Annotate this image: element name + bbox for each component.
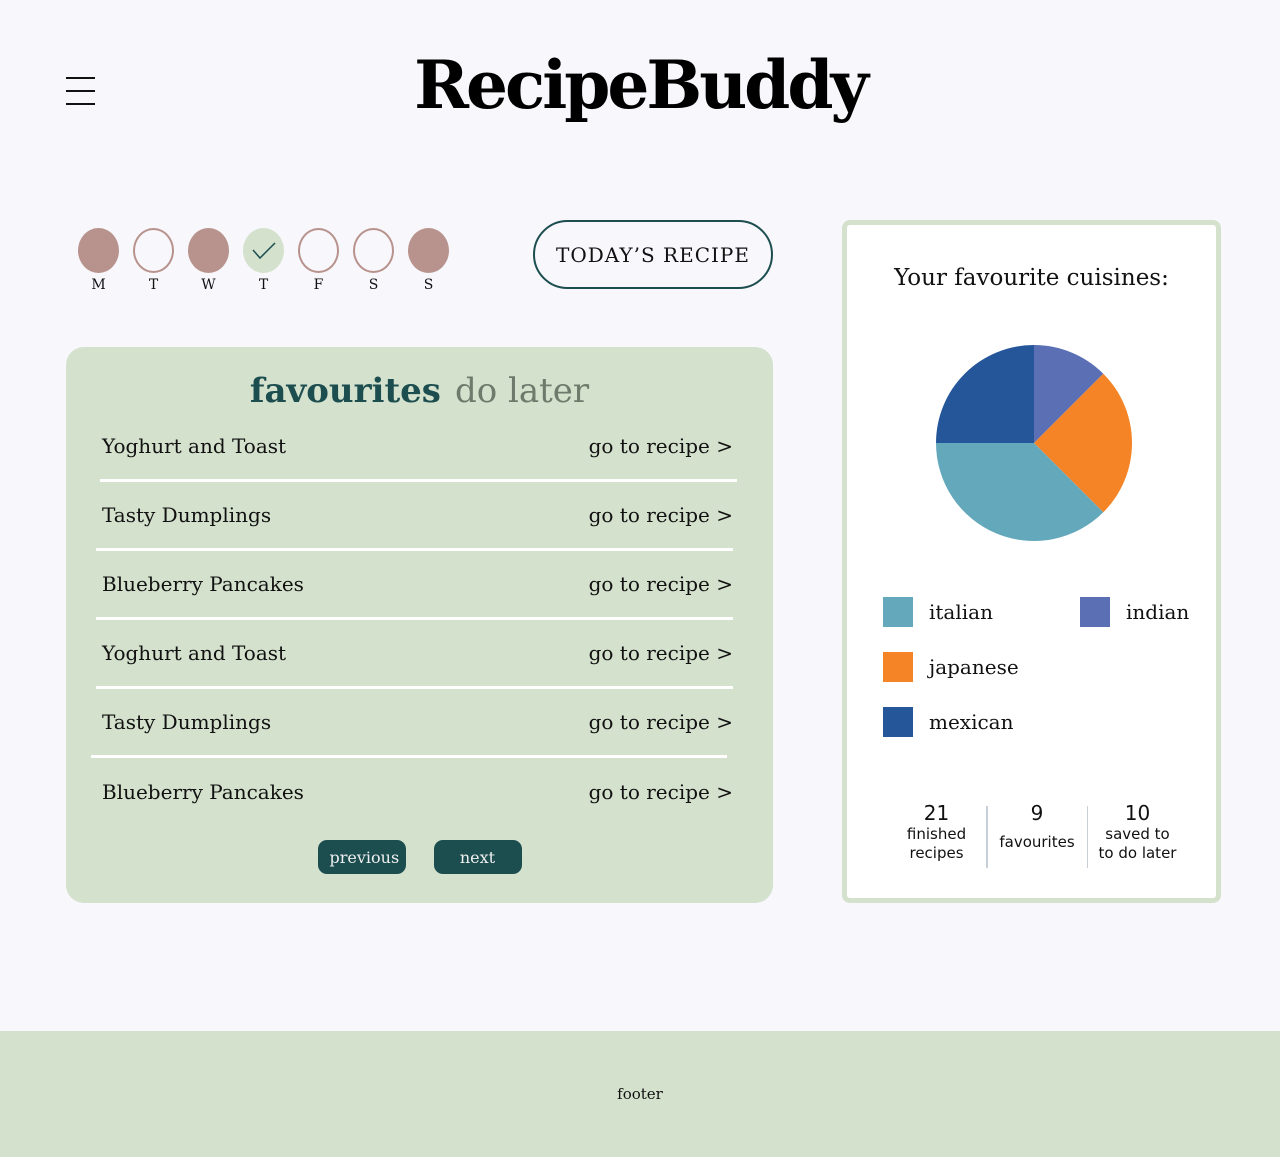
cuisine-pie-chart xyxy=(936,345,1132,541)
stat-caption: recipes xyxy=(909,844,964,862)
next-button[interactable]: next xyxy=(433,840,522,874)
day-label: T xyxy=(258,277,269,293)
legend-item-indian: indian xyxy=(1080,597,1189,627)
day-status-dot xyxy=(133,228,174,273)
go-to-recipe-link[interactable]: go to recipe > xyxy=(589,710,733,734)
day-label: S xyxy=(368,277,379,293)
chart-legend: italian indian japanese mexican xyxy=(883,597,1203,757)
legend-swatch xyxy=(883,652,913,682)
day-status-dot xyxy=(78,228,119,273)
legend-item-japanese: japanese xyxy=(883,652,1019,682)
legend-label: italian xyxy=(929,600,993,624)
legend-item-italian: italian xyxy=(883,597,993,627)
stat-favourites: 9 favourites xyxy=(988,801,1087,868)
tab-favourites[interactable]: favourites xyxy=(250,371,441,411)
list-tabs: favourites do later xyxy=(66,371,773,411)
pagination: previous next xyxy=(66,840,773,874)
legend-swatch xyxy=(883,597,913,627)
recipe-list: Yoghurt and Toast go to recipe > Tasty D… xyxy=(91,434,737,826)
legend-label: indian xyxy=(1126,600,1190,624)
day-label: T xyxy=(148,277,159,293)
stat-caption: saved to xyxy=(1105,825,1170,843)
legend-label: japanese xyxy=(929,655,1019,679)
stat-value: 9 xyxy=(1030,801,1044,825)
list-item: Blueberry Pancakes go to recipe > xyxy=(96,758,737,826)
list-item: Yoghurt and Toast go to recipe > xyxy=(96,620,737,686)
legend-label: mexican xyxy=(929,710,1014,734)
list-item: Blueberry Pancakes go to recipe > xyxy=(96,551,737,617)
day-wednesday[interactable]: W xyxy=(188,228,229,293)
recipe-name: Yoghurt and Toast xyxy=(102,641,287,665)
recipe-name: Blueberry Pancakes xyxy=(102,572,304,596)
stat-caption: favourites xyxy=(999,833,1075,851)
legend-swatch xyxy=(1080,597,1110,627)
previous-button[interactable]: previous xyxy=(317,840,406,874)
go-to-recipe-link[interactable]: go to recipe > xyxy=(589,503,733,527)
stat-saved: 10 saved to to do later xyxy=(1088,801,1187,868)
cuisines-card: Your favourite cuisines: italian indian … xyxy=(842,220,1221,903)
day-label: W xyxy=(201,277,216,293)
todays-recipe-button[interactable]: TODAY’S RECIPE xyxy=(533,220,773,289)
recipe-name: Tasty Dumplings xyxy=(102,710,272,734)
day-label: F xyxy=(313,277,324,293)
app-logo: RecipeBuddy xyxy=(414,46,869,124)
day-status-dot xyxy=(408,228,449,273)
list-item: Tasty Dumplings go to recipe > xyxy=(96,689,737,755)
day-status-dot xyxy=(243,228,284,273)
stat-value: 10 xyxy=(1124,801,1151,825)
footer: footer xyxy=(0,1031,1280,1157)
day-sunday[interactable]: S xyxy=(408,228,449,293)
list-item: Yoghurt and Toast go to recipe > xyxy=(96,413,737,479)
day-label: S xyxy=(423,277,434,293)
day-status-dot xyxy=(188,228,229,273)
checkmark-icon xyxy=(251,241,276,259)
tab-do-later[interactable]: do later xyxy=(455,371,589,411)
stat-caption: to do later xyxy=(1098,844,1177,862)
recipe-name: Blueberry Pancakes xyxy=(102,780,304,804)
recipe-name: Tasty Dumplings xyxy=(102,503,272,527)
legend-item-mexican: mexican xyxy=(883,707,1013,737)
recipe-list-panel: favourites do later Yoghurt and Toast go… xyxy=(66,347,773,903)
stat-value: 21 xyxy=(923,801,950,825)
stats-row: 21 finished recipes 9 favourites 10 save… xyxy=(887,801,1187,868)
day-label: M xyxy=(91,277,106,293)
cuisines-heading: Your favourite cuisines: xyxy=(894,265,1169,291)
day-status-dot xyxy=(298,228,339,273)
go-to-recipe-link[interactable]: go to recipe > xyxy=(589,641,733,665)
recipe-name: Yoghurt and Toast xyxy=(102,434,287,458)
go-to-recipe-link[interactable]: go to recipe > xyxy=(589,780,733,804)
day-tuesday[interactable]: T xyxy=(133,228,174,293)
day-friday[interactable]: F xyxy=(298,228,339,293)
list-item: Tasty Dumplings go to recipe > xyxy=(96,482,737,548)
legend-swatch xyxy=(883,707,913,737)
day-saturday[interactable]: S xyxy=(353,228,394,293)
day-status-dot xyxy=(353,228,394,273)
go-to-recipe-link[interactable]: go to recipe > xyxy=(589,572,733,596)
stat-finished: 21 finished recipes xyxy=(887,801,986,868)
week-tracker: M T W T F S S xyxy=(78,228,449,293)
go-to-recipe-link[interactable]: go to recipe > xyxy=(589,434,733,458)
pie-slice-mexican xyxy=(936,345,1034,443)
stat-caption: finished xyxy=(906,825,967,843)
day-thursday[interactable]: T xyxy=(243,228,284,293)
day-monday[interactable]: M xyxy=(78,228,119,293)
